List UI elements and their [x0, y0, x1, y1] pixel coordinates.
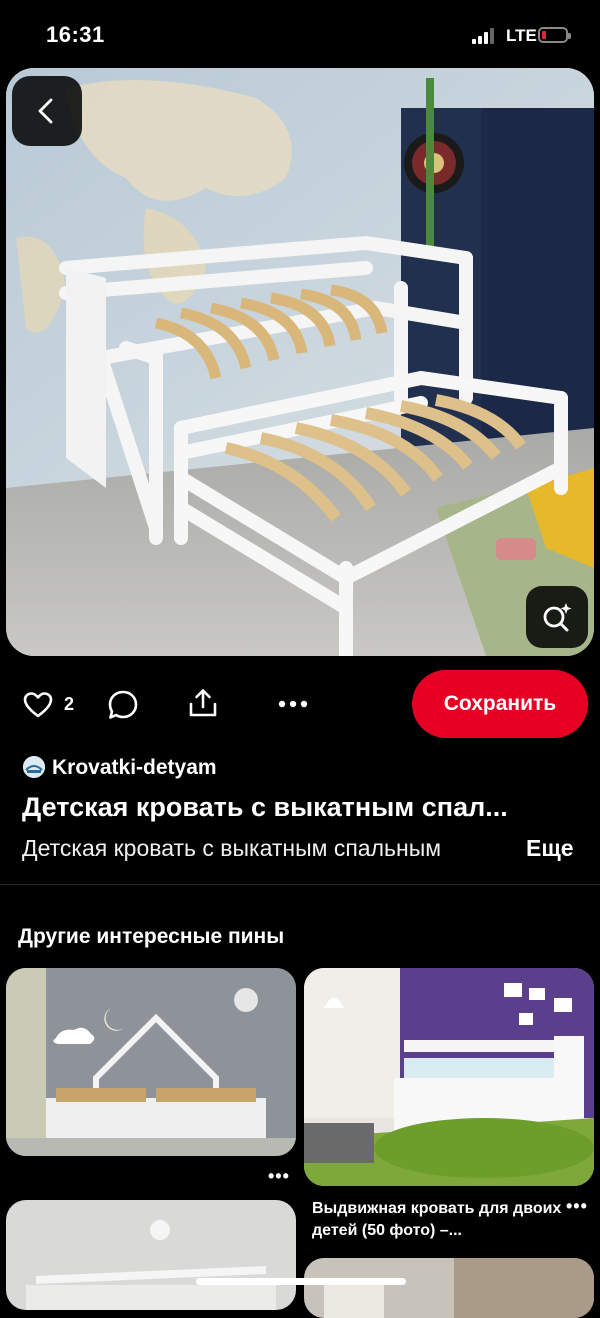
- comment-button[interactable]: [106, 688, 140, 722]
- back-button[interactable]: [12, 76, 82, 146]
- author-avatar[interactable]: [23, 756, 45, 778]
- more-options-button[interactable]: [276, 694, 310, 714]
- home-indicator[interactable]: [196, 1278, 406, 1285]
- pin-image[interactable]: [6, 68, 594, 656]
- related-pin-image: [6, 1200, 296, 1310]
- pin-title: Детская кровать с выкатным спал...: [22, 792, 508, 822]
- card-more-icon[interactable]: •••: [268, 1166, 290, 1187]
- author-name[interactable]: Krovatki-detyam: [52, 756, 217, 780]
- related-pin-card[interactable]: [6, 1200, 296, 1310]
- related-pin-image: [304, 968, 594, 1186]
- chevron-left-icon: [38, 98, 53, 124]
- share-button[interactable]: [186, 686, 220, 720]
- related-pin-card[interactable]: [304, 1258, 594, 1318]
- save-button[interactable]: Сохранить: [412, 670, 588, 738]
- signal-strength-icon: [472, 28, 500, 44]
- related-pin-title[interactable]: Выдвижная кровать для двоих детей (50 фо…: [312, 1198, 562, 1242]
- heart-icon: [23, 692, 53, 718]
- visual-search-icon: [543, 603, 572, 632]
- more-horizontal-icon: [278, 700, 308, 708]
- related-pin-card[interactable]: [6, 968, 296, 1156]
- battery-icon: [538, 27, 571, 43]
- more-link[interactable]: Еще: [526, 835, 574, 862]
- status-time: 16:31: [46, 22, 105, 47]
- related-pin-card[interactable]: [304, 968, 594, 1186]
- author-logo-icon: [23, 756, 45, 778]
- bed-photo: [6, 68, 594, 656]
- card-more-icon[interactable]: •••: [566, 1196, 588, 1217]
- related-section-title: Другие интересные пины: [18, 925, 285, 948]
- related-pin-image: [6, 968, 296, 1156]
- share-icon: [189, 689, 217, 717]
- visual-search-button[interactable]: [526, 586, 588, 648]
- like-button[interactable]: [22, 690, 54, 720]
- related-pin-image: [304, 1258, 594, 1318]
- like-count: 2: [64, 694, 75, 714]
- comment-icon: [108, 690, 138, 719]
- divider: [0, 884, 600, 885]
- network-type: LTE: [506, 26, 537, 45]
- pin-description: Детская кровать с выкатным спальным: [22, 835, 442, 861]
